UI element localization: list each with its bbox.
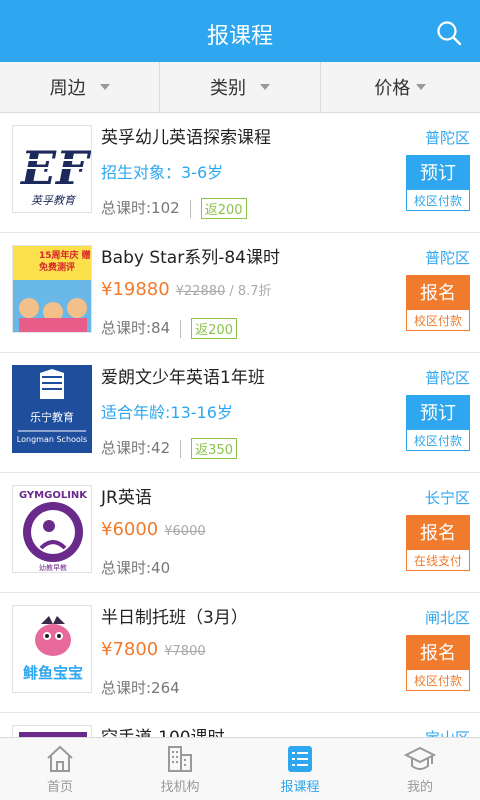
logo-text: 15周年庆 赠免费测评 [39,251,91,273]
list-icon [288,746,312,772]
filter-label: 价格 [374,78,411,99]
course-hours: 总课时:42 [101,439,171,457]
filter-label: 类别 [209,78,246,99]
course-district: 闸北区 [424,609,470,627]
course-name[interactable]: 空手道-100课时 [101,723,225,737]
course-name[interactable]: Baby Star系列-84课时 [101,243,280,268]
course-logo: 鲱鱼宝宝 [12,605,92,693]
course-district: 宝山区 [425,727,470,737]
logo-text: 鲱鱼宝宝 [22,664,83,682]
caret-down-icon [99,84,110,90]
building-icon [168,746,192,772]
course-name[interactable]: 爱朗文少年英语1年班 [101,363,265,388]
tab-label: 首页 [46,780,73,795]
course-name[interactable]: JR英语 [101,483,152,508]
rebate-badge: 返200 [200,198,247,219]
course-list[interactable]: EF 英孚教育 英孚幼儿英语探索课程 招生对象：3-6岁 总课时:102 返200… [0,113,480,737]
discount: / 8.7折 [229,284,272,299]
course-district: 普陀区 [424,249,470,267]
logo-text: GYMGOLINK [18,490,88,501]
divider [189,199,191,218]
course-price-row: ¥6000 ¥6000 [101,519,206,540]
course-logo [12,725,92,737]
logo-text: 乐宁教育 [30,411,74,424]
page-title: 报课程 [206,24,273,49]
enroll-button[interactable]: 报名 [406,515,470,549]
tab-institutions[interactable]: 找机构 [120,738,240,800]
graduation-cap-icon [404,746,436,770]
course-logo: EF 英孚教育 [12,125,92,213]
payment-method: 校区付款 [406,189,470,211]
filter-nearby[interactable]: 周边 [0,62,161,112]
course-item[interactable]: 鲱鱼宝宝 半日制托班（3月） ¥7800 ¥7800 总课时:264 闸北区 报名… [0,593,480,713]
tab-label: 报课程 [280,780,320,795]
home-icon [47,745,73,772]
divider [180,439,182,458]
rebate-badge: 返350 [191,438,237,459]
course-price: ¥19880 [101,279,170,300]
course-item[interactable]: 乐宁教育 Longman Schools 爱朗文少年英语1年班 适合年龄:13-… [0,353,480,473]
tab-profile[interactable]: 我的 [360,738,480,800]
payment-method: 校区付款 [406,309,470,331]
original-price: ¥22880 [175,284,226,299]
svg-text:幼教早教: 幼教早教 [39,563,67,572]
course-logo: 幼教早教 GYMGOLINK [12,485,92,573]
course-hours-row: 总课时:42 返350 [101,437,237,459]
course-item[interactable]: 空手道-100课时 宝山区 [0,713,480,737]
course-item[interactable]: EF 英孚教育 英孚幼儿英语探索课程 招生对象：3-6岁 总课时:102 返200… [0,113,480,233]
divider [180,319,182,338]
book-button[interactable]: 预订 [406,155,470,189]
course-price-row: ¥19880 ¥22880/ 8.7折 [101,279,272,300]
course-district: 普陀区 [424,369,470,387]
course-price-row: ¥7800 ¥7800 [101,639,206,660]
course-name[interactable]: 英孚幼儿英语探索课程 [101,123,271,148]
course-logo: 乐宁教育 Longman Schools [12,365,92,453]
rebate-badge: 返200 [191,318,237,339]
enroll-button[interactable]: 报名 [406,635,470,669]
tab-courses[interactable]: 报课程 [240,738,360,800]
course-district: 普陀区 [424,129,470,147]
course-age: 适合年龄:13-16岁 [101,403,233,422]
original-price: ¥6000 [164,524,206,539]
caret-down-icon [416,84,427,90]
course-hours-row: 总课时:102 返200 [101,197,247,219]
course-hours: 总课时:264 [101,679,180,697]
course-district: 长宁区 [424,489,470,507]
caret-down-icon [259,84,270,90]
enroll-button[interactable]: 报名 [406,275,470,309]
tab-label: 找机构 [160,780,200,795]
original-price: ¥7800 [164,644,206,659]
payment-method: 校区付款 [406,429,470,451]
payment-method: 校区付款 [406,669,470,691]
course-hours-row: 总课时:84 返200 [101,317,237,339]
course-hours: 总课时:102 [101,199,180,217]
course-logo: 15周年庆 赠免费测评 [12,245,92,333]
filter-price[interactable]: 价格 [321,62,480,112]
tab-home[interactable]: 首页 [0,738,120,800]
course-hours: 总课时:84 [101,319,171,337]
logo-text: 英孚教育 [31,194,75,207]
course-price: ¥7800 [101,639,159,660]
payment-method: 在线支付 [406,549,470,571]
tab-label: 我的 [406,780,433,795]
header-bar: 报课程 [0,0,480,62]
logo-subtext: Longman Schools [16,435,88,444]
filter-bar: 周边 类别 价格 [0,62,480,113]
filter-category[interactable]: 类别 [160,62,321,112]
book-button[interactable]: 预订 [406,395,470,429]
bottom-tab-bar: 首页 找机构 报课程 我的 [0,737,480,800]
course-item[interactable]: 幼教早教 GYMGOLINK JR英语 ¥6000 ¥6000 总课时:40 长宁… [0,473,480,593]
search-icon[interactable] [436,20,462,46]
course-price: ¥6000 [101,519,159,540]
course-hours: 总课时:40 [101,559,171,577]
course-item[interactable]: 15周年庆 赠免费测评 Baby Star系列-84课时 ¥19880 ¥2288… [0,233,480,353]
course-name[interactable]: 半日制托班（3月） [101,603,248,628]
filter-label: 周边 [49,78,86,99]
course-target: 招生对象：3-6岁 [101,163,224,182]
